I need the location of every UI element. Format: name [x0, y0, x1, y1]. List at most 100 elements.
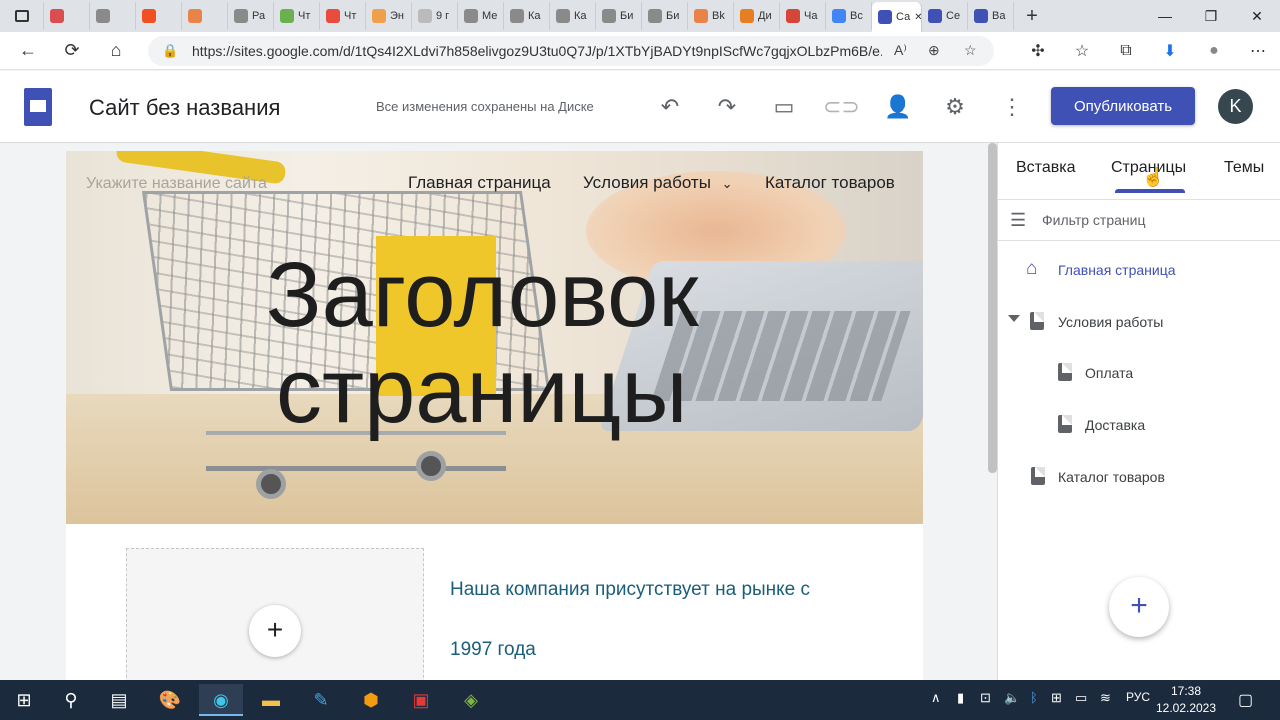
settings-gear-icon[interactable]: ⚙	[937, 89, 973, 125]
browser-tab[interactable]	[90, 2, 136, 30]
edge-app-icon[interactable]: ◉	[199, 684, 243, 716]
text-box[interactable]: Наша компания присутствует на рынке с 19…	[450, 560, 890, 680]
tab-insert[interactable]: Вставка	[1016, 159, 1075, 177]
back-icon[interactable]: ←	[6, 40, 50, 61]
notifications-icon[interactable]: ▢	[1238, 690, 1253, 710]
cart-wheel	[256, 469, 286, 499]
profile-icon[interactable]: ●	[1192, 42, 1236, 60]
language-indicator[interactable]: РУС	[1126, 690, 1150, 704]
tray-windows-icon[interactable]: ⊞	[1051, 690, 1062, 706]
tab-favicon-icon	[974, 9, 988, 23]
add-image-button[interactable]: +	[249, 605, 301, 657]
start-button[interactable]: ⊞	[2, 684, 46, 716]
browser-tab[interactable]: Чт	[320, 2, 366, 30]
site-name-placeholder[interactable]: Укажите название сайта	[86, 175, 267, 193]
tab-label: Ка	[574, 10, 587, 22]
site-title[interactable]: Сайт без названия	[89, 95, 280, 121]
browser-tab[interactable]: Ча	[780, 2, 826, 30]
reload-icon[interactable]: ⟳	[50, 40, 94, 61]
url-field[interactable]: 🔒 https://sites.google.com/d/1tQs4I2XLdv…	[148, 36, 994, 66]
file-explorer-icon[interactable]: ▬	[249, 684, 293, 716]
browser-tab[interactable]	[44, 2, 90, 30]
clock[interactable]: 17:38 12.02.2023	[1150, 683, 1222, 717]
browser-tab[interactable]: Са ✕	[872, 2, 922, 32]
nav-link-terms[interactable]: Условия работы ⌄	[583, 173, 733, 193]
tray-device-icon[interactable]: ▮	[957, 690, 964, 706]
tab-favicon-icon	[878, 10, 892, 24]
tray-wifi-icon[interactable]: ≋	[1100, 690, 1111, 706]
search-icon[interactable]: ⚲	[49, 684, 93, 716]
browser-tab[interactable]: Вс	[826, 2, 872, 30]
home-icon[interactable]: ⌂	[94, 40, 138, 61]
page-icon	[1058, 415, 1072, 433]
new-tab-button[interactable]: +	[1014, 2, 1050, 30]
tab-label: Ди	[758, 10, 772, 22]
recorder-app-icon[interactable]: ◈	[449, 684, 493, 716]
browser-tab[interactable]	[182, 2, 228, 30]
tab-favicon-icon	[188, 9, 202, 23]
close-window-button[interactable]: ✕	[1234, 0, 1280, 32]
preview-icon[interactable]: ▭	[766, 89, 802, 125]
browser-tab[interactable]: Ка	[550, 2, 596, 30]
clock-time: 17:38	[1170, 684, 1202, 698]
browser-tab[interactable]	[136, 2, 182, 30]
tab-themes[interactable]: Темы	[1224, 159, 1264, 177]
tray-bluetooth-icon[interactable]: ᛒ	[1030, 690, 1038, 705]
tab-actions-icon[interactable]	[0, 2, 44, 30]
hero-header-section[interactable]: Укажите название сайта Главная страница …	[66, 151, 923, 524]
link-icon[interactable]: ⊂⊃	[823, 89, 860, 125]
paint-app-icon[interactable]: 🎨	[148, 684, 192, 716]
browser-tab[interactable]: Чт	[274, 2, 320, 30]
tab-favicon-icon	[326, 9, 340, 23]
close-tab-icon[interactable]: ✕	[914, 12, 921, 23]
tray-network-icon[interactable]: ⊡	[980, 690, 991, 706]
collections-icon[interactable]: ⧉	[1104, 42, 1148, 60]
minimize-button[interactable]: —	[1142, 0, 1188, 32]
favorite-star-icon[interactable]: ☆	[964, 42, 977, 59]
share-add-person-icon[interactable]: 👤	[880, 89, 916, 125]
nav-link-home[interactable]: Главная страница	[408, 173, 551, 193]
browser-tab[interactable]: Ка	[504, 2, 550, 30]
notepad-app-icon[interactable]: ✎	[299, 684, 343, 716]
add-page-button[interactable]: +	[1109, 577, 1169, 637]
browser-tab[interactable]: 9 г	[412, 2, 458, 30]
tab-label: Ка	[528, 10, 541, 22]
collapse-caret-icon[interactable]	[1008, 315, 1020, 322]
read-aloud-icon[interactable]: A⁾	[894, 42, 907, 59]
page-item-label: Главная страница	[1058, 262, 1176, 278]
task-view-icon[interactable]: ▤	[97, 684, 141, 716]
browser-tab[interactable]: Эн	[366, 2, 412, 30]
downloads-icon[interactable]: ⬇	[1148, 41, 1192, 61]
publish-button[interactable]: Опубликовать	[1051, 87, 1195, 125]
browser-tab[interactable]: Би	[596, 2, 642, 30]
account-avatar[interactable]: K	[1218, 89, 1253, 124]
package-app-icon[interactable]: ⬢	[349, 684, 393, 716]
sites-app-bar: Сайт без названия Все изменения сохранен…	[0, 71, 1280, 143]
browser-tab[interactable]: Ме	[458, 2, 504, 30]
tray-chevron-icon[interactable]: ∧	[931, 690, 941, 706]
more-vert-icon[interactable]: ⋮	[994, 89, 1030, 125]
browser-tab[interactable]: Ра	[228, 2, 274, 30]
browser-tab[interactable]: Се	[922, 2, 968, 30]
browser-tab[interactable]: Вk	[688, 2, 734, 30]
browser-tab[interactable]: Ва	[968, 2, 1014, 30]
extensions-icon[interactable]: ✣	[1016, 41, 1060, 61]
page-filter[interactable]: ☰ Фильтр страниц	[998, 199, 1280, 241]
image-placeholder[interactable]: +	[126, 548, 424, 698]
pdf-app-icon[interactable]: ▣	[399, 684, 443, 716]
page-title[interactable]: Заголовок страницы	[266, 247, 699, 439]
nav-link-catalog[interactable]: Каталог товаров	[765, 173, 895, 193]
more-menu-icon[interactable]: ⋯	[1236, 41, 1280, 61]
canvas-scrollbar[interactable]	[988, 143, 997, 473]
redo-icon[interactable]: ↷	[709, 89, 745, 125]
favorites-icon[interactable]: ☆	[1060, 41, 1104, 61]
zoom-icon[interactable]: ⊕	[928, 42, 940, 59]
undo-icon[interactable]: ↶	[652, 89, 688, 125]
google-sites-logo[interactable]	[24, 88, 52, 126]
tray-battery-icon[interactable]: ▭	[1075, 690, 1087, 706]
tray-volume-icon[interactable]: 🔈	[1004, 690, 1020, 706]
maximize-button[interactable]: ❐	[1188, 0, 1234, 32]
browser-tab[interactable]: Би	[642, 2, 688, 30]
browser-tab[interactable]: Ди	[734, 2, 780, 30]
window-controls: — ❐ ✕	[1142, 0, 1280, 32]
